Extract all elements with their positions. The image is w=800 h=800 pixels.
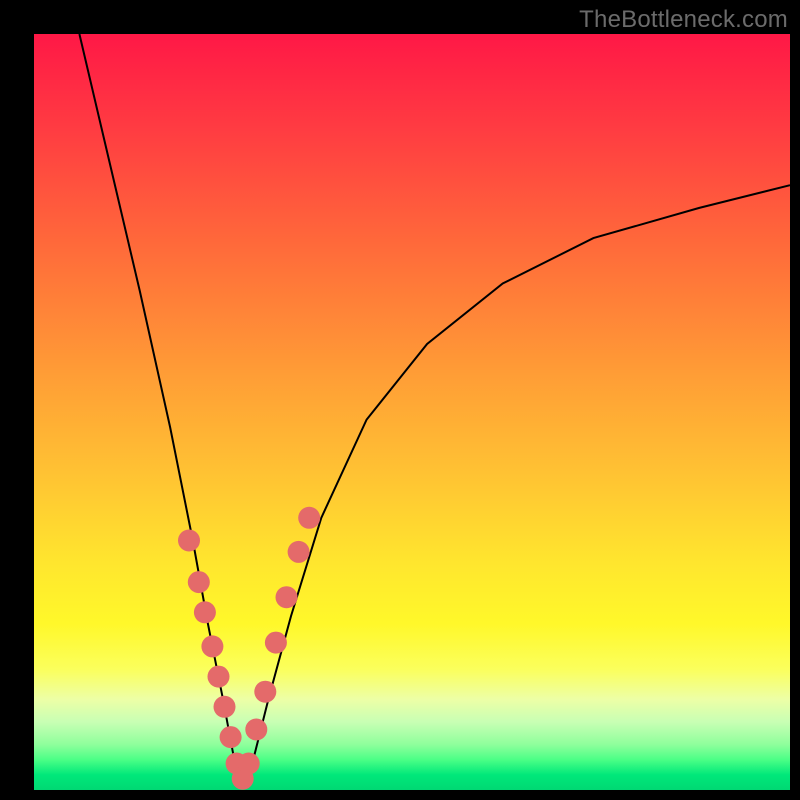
sample-dot (238, 753, 260, 775)
sample-dot (245, 719, 267, 741)
sample-dot (254, 681, 276, 703)
bottleneck-curve (79, 34, 790, 782)
sample-dot (288, 541, 310, 563)
sample-dot (220, 726, 242, 748)
sample-dot (178, 530, 200, 552)
sample-dot (298, 507, 320, 529)
plot-area (34, 34, 790, 790)
watermark-text: TheBottleneck.com (579, 6, 788, 34)
sample-dot (188, 571, 210, 593)
sample-dot (194, 601, 216, 623)
curve-svg (34, 34, 790, 790)
sample-dot (214, 696, 236, 718)
sample-dot (208, 666, 230, 688)
sample-dot (276, 586, 298, 608)
sample-dots (178, 507, 320, 790)
sample-dot (265, 632, 287, 654)
chart-frame: TheBottleneck.com (0, 0, 800, 800)
sample-dot (201, 635, 223, 657)
